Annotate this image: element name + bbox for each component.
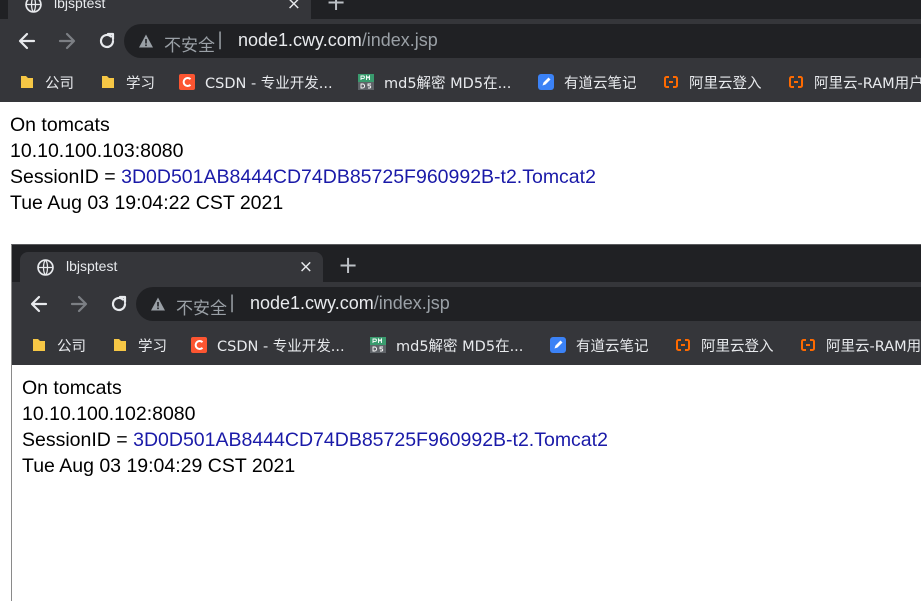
bookmark-md5[interactable]: md5解密 MD5在... bbox=[370, 334, 523, 356]
session-label: SessionID = bbox=[22, 429, 134, 451]
heading-text: On tomcats bbox=[22, 377, 122, 399]
warning-icon[interactable] bbox=[138, 33, 154, 49]
aliyun-icon bbox=[801, 339, 815, 351]
globe-icon bbox=[37, 259, 54, 276]
tab-close-icon[interactable]: × bbox=[299, 257, 313, 277]
tab-close-icon[interactable]: × bbox=[287, 0, 301, 14]
bookmark-label: 阿里云登入 bbox=[701, 338, 774, 355]
tab-lbjsptest[interactable]: lbjsptest × bbox=[8, 0, 311, 19]
folder-icon bbox=[114, 339, 126, 351]
bookmarks-bar: 公司 学习 CSDN - 专业开发... md5解密 MD5在... 有道云笔记… bbox=[12, 326, 921, 365]
pmd5-icon bbox=[358, 74, 374, 90]
insecure-label[interactable]: 不安全 bbox=[176, 294, 227, 319]
omnibox-separator: | bbox=[229, 292, 236, 313]
bookmark-label: 阿里云登入 bbox=[689, 75, 762, 92]
bookmark-label: CSDN - 专业开发... bbox=[205, 75, 333, 92]
folder-icon bbox=[21, 76, 33, 88]
tab-title: lbjsptest bbox=[66, 258, 118, 274]
bookmark-aliyun-login[interactable]: 阿里云登入 bbox=[675, 334, 774, 356]
globe-icon bbox=[25, 0, 42, 13]
bookmark-label: 有道云笔记 bbox=[576, 338, 649, 355]
insecure-label[interactable]: 不安全 bbox=[164, 31, 215, 56]
session-id: 3D0D501AB8444CD74DB85725F960992B-t2.Tomc… bbox=[133, 429, 608, 451]
tab-strip: lbjsptest × + bbox=[0, 0, 921, 19]
new-tab-button[interactable]: + bbox=[338, 253, 358, 277]
session-line: SessionID = 3D0D501AB8444CD74DB85725F960… bbox=[22, 427, 921, 453]
browser-window-front: lbjsptest × + 不安全 | node1.cwy.com/index.… bbox=[11, 244, 921, 601]
bookmark-label: md5解密 MD5在... bbox=[396, 338, 524, 355]
back-arrow-icon[interactable] bbox=[29, 294, 49, 314]
timestamp: Tue Aug 03 19:04:29 CST 2021 bbox=[22, 455, 296, 477]
server-address: 10.10.100.102:8080 bbox=[22, 403, 196, 425]
bookmark-label: 有道云笔记 bbox=[564, 75, 637, 92]
bookmark-csdn[interactable]: CSDN - 专业开发... bbox=[191, 334, 345, 356]
url-host: node1.cwy.com bbox=[238, 30, 362, 50]
reload-icon[interactable] bbox=[109, 294, 129, 314]
bookmark-label: 学习 bbox=[138, 338, 167, 355]
pmd5-icon bbox=[370, 337, 386, 353]
warning-icon[interactable] bbox=[150, 296, 166, 312]
bookmark-csdn[interactable]: CSDN - 专业开发... bbox=[179, 71, 333, 93]
aliyun-icon bbox=[664, 76, 678, 88]
forward-arrow-icon[interactable] bbox=[57, 31, 77, 51]
bookmarks-bar: 公司 学习 CSDN - 专业开发... md5解密 MD5在... 有道云笔记… bbox=[0, 63, 921, 102]
new-tab-button[interactable]: + bbox=[326, 0, 346, 14]
bookmark-study[interactable]: 学习 bbox=[112, 334, 167, 356]
bookmark-label: 阿里云-RAM用户... bbox=[814, 75, 921, 92]
bookmark-label: 学习 bbox=[126, 75, 155, 92]
server-address: 10.10.100.103:8080 bbox=[10, 140, 184, 162]
timestamp: Tue Aug 03 19:04:22 CST 2021 bbox=[10, 192, 284, 214]
folder-icon bbox=[33, 339, 45, 351]
csdn-icon bbox=[191, 337, 207, 353]
address-bar[interactable]: 不安全 | node1.cwy.com/index.jsp bbox=[136, 287, 921, 321]
session-label: SessionID = bbox=[10, 166, 122, 188]
forward-arrow-icon[interactable] bbox=[69, 294, 89, 314]
browser-window-back: lbjsptest × + 不安全 | node1.cwy.com/index.… bbox=[0, 0, 921, 238]
tab-lbjsptest[interactable]: lbjsptest × bbox=[20, 252, 323, 282]
aliyun-icon bbox=[789, 76, 803, 88]
bookmark-label: 公司 bbox=[57, 338, 86, 355]
bookmark-youdao[interactable]: 有道云笔记 bbox=[550, 334, 649, 356]
csdn-icon bbox=[179, 74, 195, 90]
url-path: /index.jsp bbox=[361, 30, 438, 50]
aliyun-icon bbox=[676, 339, 690, 351]
bookmark-company[interactable]: 公司 bbox=[31, 334, 86, 356]
session-line: SessionID = 3D0D501AB8444CD74DB85725F960… bbox=[10, 164, 921, 190]
page-content: On tomcats 10.10.100.103:8080 SessionID … bbox=[0, 102, 921, 216]
tab-title: lbjsptest bbox=[54, 0, 106, 11]
bookmark-md5[interactable]: md5解密 MD5在... bbox=[358, 71, 511, 93]
bookmark-company[interactable]: 公司 bbox=[19, 71, 74, 93]
youdao-icon bbox=[538, 74, 554, 90]
folder-icon bbox=[102, 76, 114, 88]
bookmark-aliyun-ram[interactable]: 阿里云-RAM用户... bbox=[788, 71, 921, 93]
omnibox-separator: | bbox=[217, 29, 224, 50]
bookmark-label: 阿里云-RAM用户... bbox=[826, 338, 921, 355]
bookmark-aliyun-ram[interactable]: 阿里云-RAM用户... bbox=[800, 334, 921, 356]
url-text[interactable]: node1.cwy.com/index.jsp bbox=[238, 30, 438, 51]
url-path: /index.jsp bbox=[373, 293, 450, 313]
page-content: On tomcats 10.10.100.102:8080 SessionID … bbox=[12, 365, 921, 479]
reload-icon[interactable] bbox=[97, 31, 117, 51]
youdao-icon bbox=[550, 337, 566, 353]
bookmark-youdao[interactable]: 有道云笔记 bbox=[538, 71, 637, 93]
url-text[interactable]: node1.cwy.com/index.jsp bbox=[250, 293, 450, 314]
tab-strip: lbjsptest × + bbox=[12, 245, 921, 282]
session-id: 3D0D501AB8444CD74DB85725F960992B-t2.Tomc… bbox=[121, 166, 596, 188]
bookmark-aliyun-login[interactable]: 阿里云登入 bbox=[663, 71, 762, 93]
bookmark-label: md5解密 MD5在... bbox=[384, 75, 512, 92]
toolbar: 不安全 | node1.cwy.com/index.jsp bbox=[0, 19, 921, 63]
address-bar[interactable]: 不安全 | node1.cwy.com/index.jsp bbox=[124, 24, 921, 58]
bookmark-label: CSDN - 专业开发... bbox=[217, 338, 345, 355]
back-arrow-icon[interactable] bbox=[17, 31, 37, 51]
toolbar: 不安全 | node1.cwy.com/index.jsp bbox=[12, 282, 921, 326]
url-host: node1.cwy.com bbox=[250, 293, 374, 313]
bookmark-label: 公司 bbox=[45, 75, 74, 92]
bookmark-study[interactable]: 学习 bbox=[100, 71, 155, 93]
heading-text: On tomcats bbox=[10, 114, 110, 136]
